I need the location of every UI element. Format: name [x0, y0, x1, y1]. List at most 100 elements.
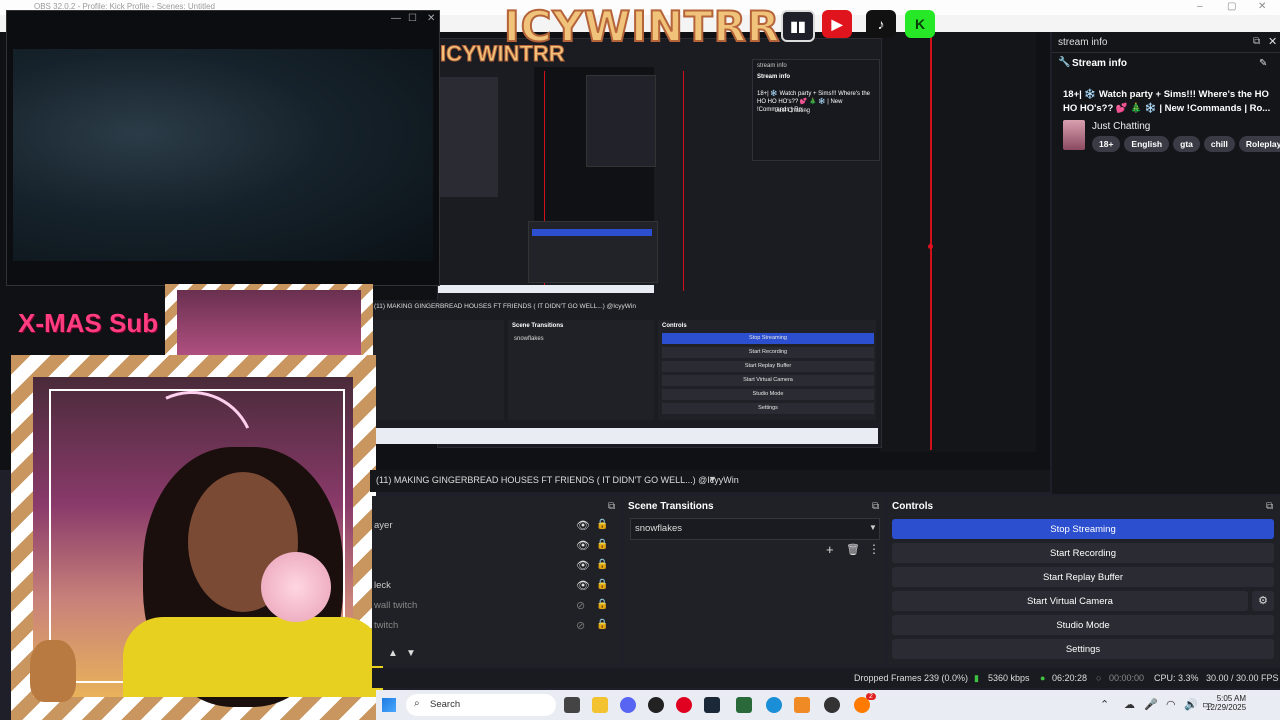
red-guide-dot [928, 244, 933, 249]
gingerbread-decoration [30, 640, 76, 702]
eye-hidden-icon[interactable]: ⊘ [576, 619, 585, 632]
tag: Roleplay [1238, 136, 1280, 152]
terminal-icon[interactable] [736, 697, 752, 713]
source-row[interactable]: leck 👁 🔒 [372, 576, 612, 596]
eye-hidden-icon[interactable]: ⊘ [576, 599, 585, 612]
nested-props-window [586, 75, 656, 167]
source-row[interactable]: twitch ⊘ 🔒 [372, 616, 612, 636]
eye-icon[interactable]: 👁 [576, 559, 590, 572]
sources-float-icon[interactable]: ⧉ [608, 501, 615, 512]
lock-icon[interactable]: 🔒 [596, 599, 608, 610]
nested-category: Just Chatting [775, 108, 811, 114]
video-close-button[interactable]: ✕ [427, 13, 435, 24]
tray-app-icon[interactable]: ☁ [1124, 698, 1135, 711]
stream-title: 18+| ❄️ Watch party + Sims!!! Where's th… [1063, 89, 1271, 114]
search-icon: ⌕ [414, 698, 420, 709]
tray-chevron-icon[interactable]: ⌃ [1100, 698, 1109, 711]
edge-icon[interactable] [766, 697, 782, 713]
maximize-button[interactable]: ▢ [1227, 1, 1236, 12]
tag: 18+ [1092, 136, 1121, 152]
kick-icon: K [905, 10, 935, 38]
source-row[interactable]: wall twitch ⊘ 🔒 [372, 596, 612, 616]
settings-button[interactable]: Settings [892, 639, 1274, 659]
wrench-icon: 🔧 [1058, 57, 1071, 68]
app-icon-a[interactable] [794, 697, 810, 713]
steam-icon[interactable] [704, 697, 720, 713]
lock-icon[interactable]: 🔒 [596, 619, 608, 630]
lock-icon[interactable]: 🔒 [596, 539, 608, 550]
bitrate: 5360 kbps [988, 673, 1030, 683]
source-row[interactable]: 👁 🔒 [372, 556, 612, 576]
windows-taskbar: ⌕ Search 2 ⌃ ☁ 🎤 ◠ 🔊 ▭ [376, 690, 1280, 720]
controls-dock: Controls ⧉ Stop Streaming Start Recordin… [888, 496, 1280, 666]
dropped-frames: Dropped Frames 239 (0.0%) [854, 673, 969, 683]
lock-icon[interactable]: 🔒 [596, 579, 608, 590]
nested-stream-info: stream info Stream info 18+| ❄️ Watch pa… [752, 59, 880, 161]
close-button[interactable]: ✕ [1258, 1, 1266, 12]
nested-dock-subtitle: Stream info [757, 74, 791, 80]
tray-mic-icon[interactable]: 🎤 [1144, 698, 1158, 711]
clock-time: 5:05 AM [1216, 694, 1247, 703]
nested-scene-name: (11) MAKING GINGERBREAD HOUSES FT FRIEND… [374, 303, 636, 310]
discord-icon[interactable] [620, 697, 636, 713]
nested-transitions-dock: Scene Transitions snowflakes [508, 320, 654, 420]
move-up-icon[interactable]: ▲ [388, 648, 398, 659]
source-name: wall twitch [374, 600, 418, 611]
eye-icon[interactable]: 👁 [576, 579, 590, 592]
studio-mode-button[interactable]: Studio Mode [892, 615, 1274, 635]
tray-wifi-icon[interactable]: ◠ [1166, 698, 1176, 711]
stop-streaming-button[interactable]: Stop Streaming [892, 519, 1274, 539]
nested-replay-buffer: Start Replay Buffer [662, 361, 874, 372]
move-down-icon[interactable]: ▼ [406, 648, 416, 659]
file-explorer-icon[interactable] [592, 697, 608, 713]
eye-icon[interactable]: 👁 [576, 539, 590, 552]
controls-title: Controls [892, 501, 934, 512]
live-indicator-icon: ● [1040, 673, 1046, 683]
lock-icon[interactable]: 🔒 [596, 559, 608, 570]
add-transition-button[interactable]: + [826, 542, 834, 557]
source-row[interactable]: ayer 👁 🔒 [372, 516, 612, 536]
status-bar: Dropped Frames 239 (0.0%) ▮ 5360 kbps ● … [372, 668, 1280, 688]
video-maximize-button[interactable]: ☐ [408, 13, 417, 24]
transition-more-button[interactable]: ⋮ [868, 542, 880, 556]
start-recording-button[interactable]: Start Recording [892, 543, 1274, 563]
controls-float-icon[interactable]: ⧉ [1266, 501, 1273, 512]
dock-close-icon[interactable]: ✕ [1268, 35, 1277, 48]
nested-obs-docks: (11) MAKING GINGERBREAD HOUSES FT FRIEND… [372, 300, 878, 444]
remove-transition-button[interactable]: 🗑 [846, 543, 860, 556]
edit-pencil-icon[interactable]: ✎ [1259, 58, 1267, 69]
source-name: leck [374, 580, 391, 591]
stream-time: 06:20:28 [1052, 673, 1088, 683]
video-minimize-button[interactable]: — [391, 13, 401, 24]
taskbar-search[interactable]: ⌕ Search [406, 694, 556, 716]
clock-date: 12/29/2025 [1206, 703, 1247, 712]
video-popout-window[interactable]: — ☐ ✕ [6, 10, 440, 286]
cpu-usage: CPU: 3.3% [1154, 673, 1199, 683]
tiktok-icon: ♪ [866, 10, 896, 38]
virtual-camera-settings-icon[interactable]: ⚙ [1252, 591, 1274, 611]
source-name: ayer [374, 520, 393, 531]
task-view-icon[interactable] [564, 697, 580, 713]
transitions-float-icon[interactable]: ⧉ [872, 501, 879, 512]
dock-subtitle: Stream info [1072, 58, 1128, 69]
dock-float-icon[interactable]: ⧉ [1253, 36, 1260, 47]
app-icon-b[interactable] [824, 697, 840, 713]
nested-cam-thumb [438, 77, 498, 197]
eye-icon[interactable]: 👁 [576, 519, 590, 532]
tag: English [1124, 136, 1170, 152]
opera-icon[interactable] [676, 697, 692, 713]
chevron-down-icon: ▼ [869, 523, 877, 532]
minimize-button[interactable]: – [1197, 1, 1203, 12]
lock-icon[interactable]: 🔒 [596, 519, 608, 530]
start-replay-buffer-button[interactable]: Start Replay Buffer [892, 567, 1274, 587]
source-row[interactable]: 👁 🔒 [372, 536, 612, 556]
movie-frame [13, 49, 433, 261]
notification-badge: 2 [866, 693, 876, 700]
tray-volume-icon[interactable]: 🔊 [1184, 698, 1198, 711]
scene-dropdown-icon[interactable]: ▼ [708, 474, 717, 484]
obs-icon[interactable] [648, 697, 664, 713]
windows-start-icon[interactable] [382, 698, 396, 712]
start-virtual-camera-button[interactable]: Start Virtual Camera [892, 591, 1248, 611]
transition-select[interactable]: snowflakes ▼ [630, 518, 880, 540]
taskbar-clock[interactable]: 5:05 AM 12/29/2025 [1206, 694, 1246, 712]
